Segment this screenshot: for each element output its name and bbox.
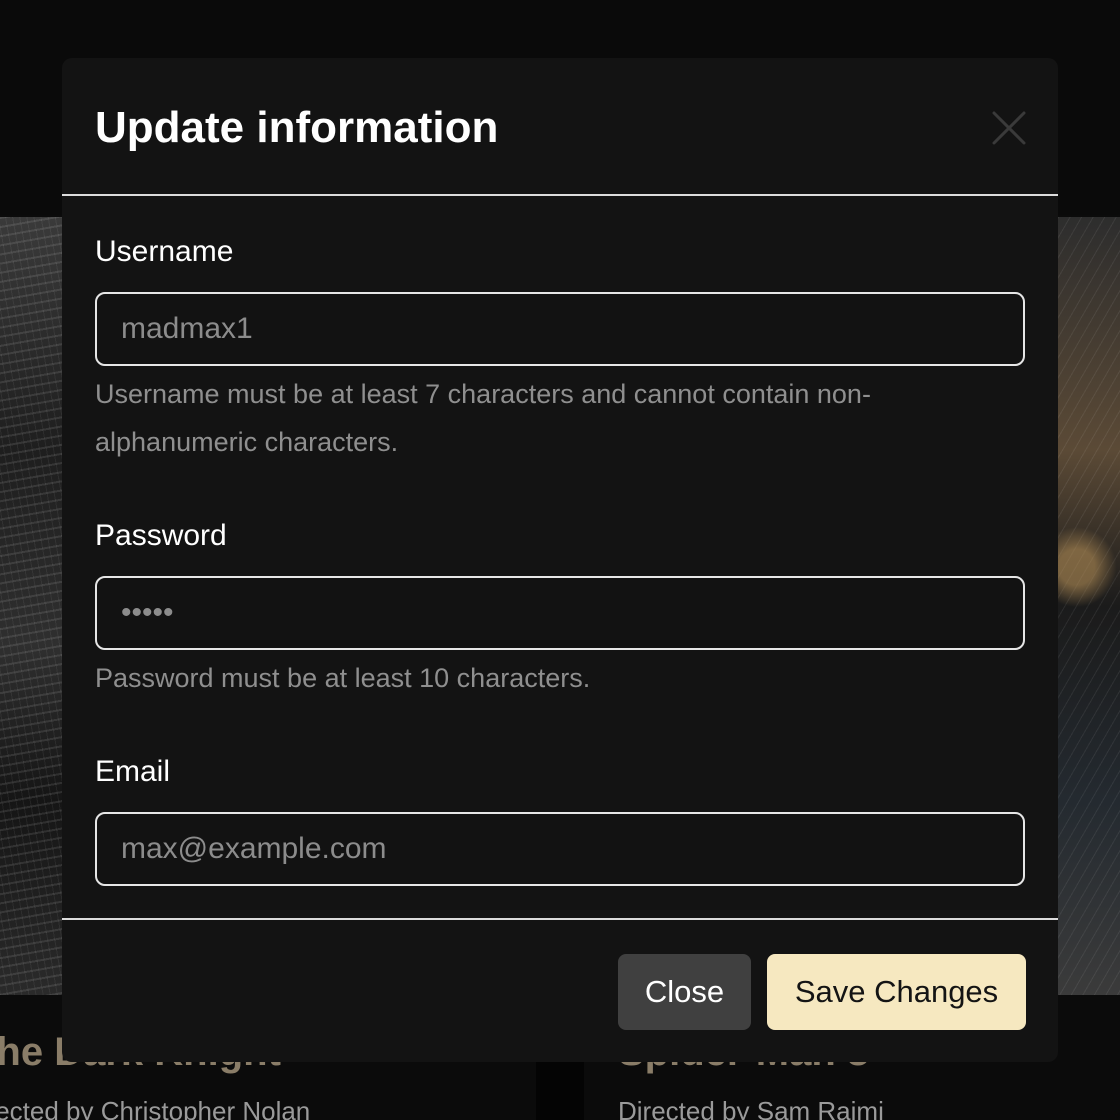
movie-poster-right[interactable] [1058, 217, 1120, 995]
modal-title: Update information [95, 103, 499, 152]
save-changes-button[interactable]: Save Changes [767, 954, 1026, 1030]
modal-footer: Close Save Changes [62, 918, 1058, 1064]
card-subtitle-left: Directed by Christopher Nolan [0, 1096, 311, 1120]
username-help-text: Username must be at least 7 characters a… [95, 379, 871, 457]
password-label: Password [95, 519, 227, 552]
update-info-modal: Update information Username Username mus… [62, 58, 1058, 1062]
close-button[interactable]: Close [618, 954, 751, 1030]
username-input[interactable] [95, 292, 1025, 366]
modal-header: Update information [62, 58, 1058, 196]
password-help-text: Password must be at least 10 characters. [95, 663, 591, 693]
close-icon[interactable] [991, 110, 1027, 146]
card-gap [536, 1062, 584, 1120]
card-subtitle-right: Directed by Sam Raimi [618, 1096, 884, 1120]
password-input[interactable] [95, 576, 1025, 650]
page: The Dark Knight Directed by Christopher … [0, 0, 1120, 1120]
username-label: Username [95, 235, 234, 268]
email-label: Email [95, 755, 171, 788]
email-input[interactable] [95, 812, 1025, 886]
movie-poster-left[interactable] [0, 217, 62, 995]
